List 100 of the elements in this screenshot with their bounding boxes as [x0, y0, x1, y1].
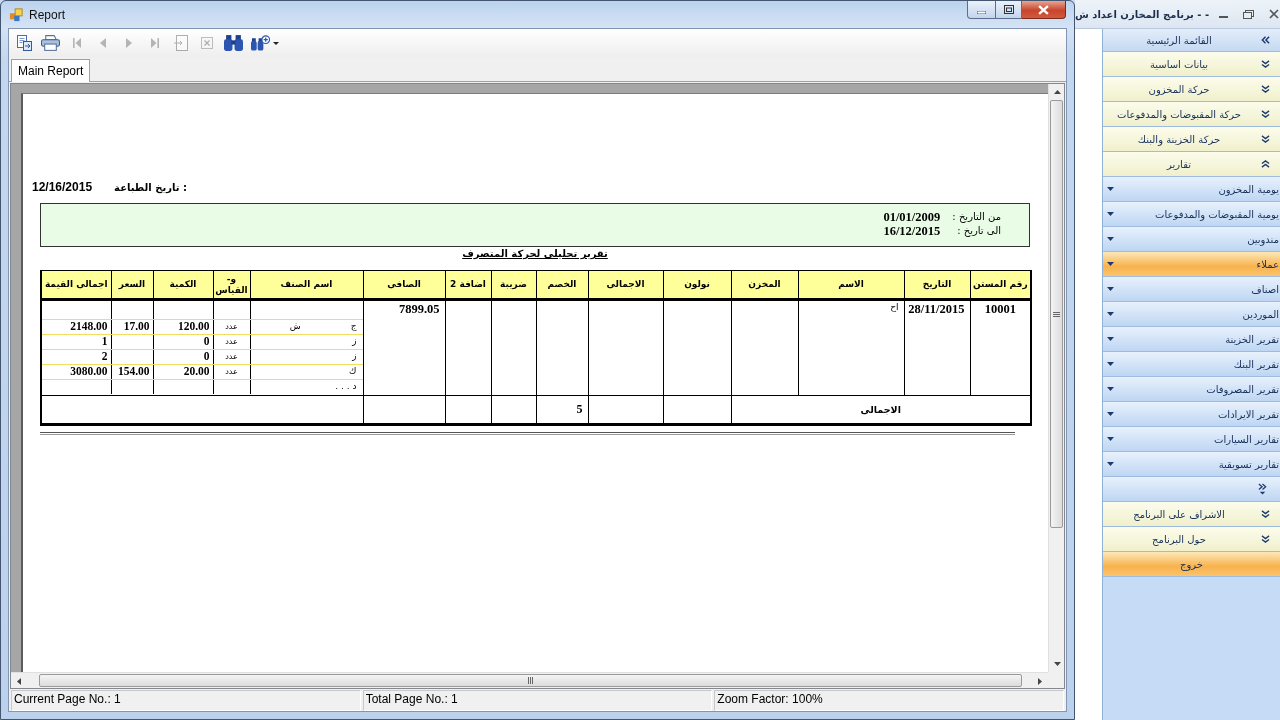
menu-item[interactable]: تقرير البنك: [1103, 352, 1280, 377]
menu-group[interactable]: تقارير: [1103, 152, 1280, 177]
double-chevron-down-icon: [1261, 110, 1270, 118]
caret-icon: [1107, 312, 1114, 316]
first-page-icon: [73, 38, 81, 48]
status-text: Total Page No.: 1: [362, 690, 713, 711]
column-header: السعر: [111, 270, 153, 300]
scroll-right-icon[interactable]: [1038, 677, 1042, 685]
menu-header[interactable]: القائمة الرئيسية: [1103, 29, 1280, 52]
column-header: نولون: [663, 270, 731, 300]
menu-item[interactable]: عملاء: [1103, 252, 1280, 277]
print-date-value: 12/16/2015: [32, 180, 93, 194]
caret-icon: [273, 41, 279, 45]
table-cell: 10001: [970, 299, 1031, 396]
caret-icon: [1107, 412, 1114, 416]
column-header: الاجمالى: [588, 270, 663, 300]
print-date-label: تاريخ الطباعة :: [114, 182, 187, 193]
column-header: الصافى: [363, 270, 445, 300]
menu-item[interactable]: تقرير المصروفات: [1103, 377, 1280, 402]
menu-item[interactable]: تقارير تسويقية: [1103, 452, 1280, 477]
menu-group[interactable]: الاشراف على البرنامج: [1103, 502, 1280, 527]
date-label: من التاريخ :: [952, 210, 1001, 224]
table-cell: 5: [536, 395, 588, 425]
table-cell: 120.00: [152, 320, 213, 334]
caret-icon: [1107, 187, 1114, 191]
grip-icon: [1053, 311, 1060, 317]
menu-group[interactable]: حركة المخزون: [1103, 77, 1280, 102]
caret-icon: [1107, 462, 1114, 466]
item-name-text: د . . .: [335, 380, 357, 393]
caret-icon: [1107, 387, 1114, 391]
minimize-icon: [977, 10, 986, 14]
double-chevron-left-icon: [1261, 36, 1270, 44]
binoculars-icon: [224, 35, 243, 51]
double-chevron-down-icon: [1261, 510, 1270, 518]
table-cell-text: 1: [100, 335, 109, 349]
menu-group[interactable]: حركة الخزينة والبنك: [1103, 127, 1280, 152]
scrollbar-thumb[interactable]: [1050, 100, 1063, 529]
table-cell-text: 3080.00: [69, 365, 109, 379]
scroll-left-icon[interactable]: [17, 677, 21, 685]
column-header: اسم الصنف: [250, 270, 363, 300]
double-chevron-up-icon: [1261, 160, 1270, 168]
menu-item[interactable]: تقارير السيارات: [1103, 427, 1280, 452]
double-chevron-down-icon: [1261, 60, 1270, 68]
table-cell: عدد: [212, 320, 250, 334]
item-name-text: ز: [352, 350, 357, 363]
app-icon: [9, 7, 23, 22]
item-name-text: ك: [349, 365, 357, 378]
menu-group[interactable]: حركة المقبوضات والمدفوعات: [1103, 102, 1280, 127]
menu-item[interactable]: تقرير الايرادات: [1103, 402, 1280, 427]
report-title: تقرير تحليلى لحركة المتصرف: [462, 248, 608, 261]
item-name-text: ز: [352, 335, 357, 348]
report-tab[interactable]: Main Report: [11, 59, 91, 82]
page-arrow-icon: [16, 35, 32, 51]
caret-icon: [1107, 437, 1114, 441]
table-cell: 154.00: [110, 365, 153, 379]
date-value: 01/01/2009: [883, 210, 941, 224]
table-cell: 7899.05: [363, 299, 445, 396]
column-header: اضافة 2: [445, 270, 491, 300]
vertical-scrollbar[interactable]: [1048, 84, 1064, 672]
date-value: 16/12/2015: [883, 224, 941, 238]
menu-group[interactable]: حول البرنامج: [1103, 527, 1280, 552]
menu-item[interactable]: مندوبين: [1103, 227, 1280, 252]
menu-item[interactable]: يومية المقبوضات والمدفوعات: [1103, 202, 1280, 227]
close-button[interactable]: [1022, 1, 1066, 19]
exit-button[interactable]: خروج: [1103, 552, 1280, 577]
printer-icon: [41, 35, 60, 51]
table-cell: عدد: [212, 365, 250, 379]
next-icon: [126, 38, 132, 48]
menu-group[interactable]: بيانات اساسية: [1103, 52, 1280, 77]
menu-item[interactable]: يومية المخزون: [1103, 177, 1280, 202]
table-cell: 28/11/2015: [904, 299, 970, 396]
restore-icon: [1003, 5, 1014, 14]
table-cell: عدد: [212, 350, 250, 364]
column-header: ضريبة: [491, 270, 536, 300]
date-label: الى تاريخ :: [956, 224, 1001, 238]
caret-icon: [1107, 212, 1114, 216]
window-title: - - برنامج المخازن اعداد ش: [1075, 8, 1211, 20]
column-header: و- القياس: [213, 270, 250, 300]
column-header: المخزن: [731, 270, 798, 300]
scroll-up-icon[interactable]: [1053, 90, 1061, 94]
column-header: التاريخ: [904, 270, 970, 300]
grip-icon: [528, 677, 533, 684]
menu-item[interactable]: اصناف: [1103, 277, 1280, 302]
column-header: اجمالى القيمة: [41, 270, 111, 300]
column-header: الاسم: [798, 270, 904, 300]
maximize-button[interactable]: [996, 1, 1022, 19]
menu-item[interactable]: الموردين: [1103, 302, 1280, 327]
minimize-button[interactable]: [967, 1, 996, 19]
double-chevron-down-icon: [1261, 85, 1270, 93]
caret-icon: [1107, 362, 1114, 366]
horizontal-scrollbar[interactable]: [11, 672, 1048, 688]
scrollbar-thumb[interactable]: [39, 674, 1022, 687]
table-cell-text: 2: [100, 350, 109, 364]
scroll-down-icon[interactable]: [1053, 662, 1061, 666]
table-cell: 0: [152, 350, 213, 364]
binoculars-plus-icon: [251, 35, 270, 51]
menu-item[interactable]: تقرير الخزينة: [1103, 327, 1280, 352]
close-icon: [201, 37, 213, 49]
window-title: Report: [29, 7, 66, 22]
table-cell: اح: [798, 299, 904, 396]
